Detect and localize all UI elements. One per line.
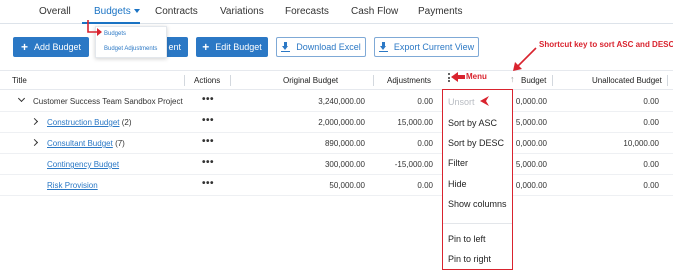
row-title-link[interactable]: Risk Provision [47,181,98,190]
menu-item-hide[interactable]: Hide [448,179,467,189]
annotation-menu-label: Menu [466,72,487,81]
row-original-budget: 300,000.00 [324,160,365,169]
table-row[interactable]: Contingency Budget ••• 300,000.00 -15,00… [0,154,673,175]
chevron-right-icon[interactable] [30,117,39,126]
tab-forecasts[interactable]: Forecasts [285,6,329,17]
menu-item-pin-left[interactable]: Pin to left [448,234,486,244]
row-original-budget: 890,000.00 [324,139,365,148]
row-adjustments: 15,000.00 [397,118,433,127]
annotation-arrow-submenu [87,20,102,36]
row-actions-icon[interactable]: ••• [202,178,214,189]
chevron-down-icon [133,9,140,14]
menu-item-unsort: Unsort [448,97,475,107]
column-header-title[interactable]: Title [12,76,27,85]
tab-overall[interactable]: Overall [39,6,71,17]
sort-arrow-icon[interactable]: ↑ [510,74,515,84]
column-header-unallocated-budget[interactable]: Unallocated Budget [592,76,662,85]
column-divider[interactable] [230,75,231,86]
download-excel-button[interactable]: Download Excel [276,37,366,57]
partially-hidden-button-label: ent [168,42,181,52]
row-title-link[interactable]: Construction Budget [47,118,120,127]
column-divider[interactable] [373,75,374,86]
chevron-down-icon[interactable] [17,94,26,103]
column-header-actions[interactable]: Actions [194,76,220,85]
tab-budgets[interactable]: Budgets [94,6,140,17]
column-menu: Unsort Sort by ASC Sort by DESC Filter H… [442,89,513,270]
row-unallocated-budget: 0.00 [643,97,659,106]
export-current-view-button[interactable]: Export Current View [374,37,479,57]
tab-cash-flow[interactable]: Cash Flow [351,6,398,17]
menu-item-filter[interactable]: Filter [448,158,468,168]
row-actions-icon[interactable]: ••• [202,115,214,126]
row-unallocated-budget: 0.00 [643,181,659,190]
row-title-group: Construction Budget (2) [47,118,132,127]
menu-item-sort-asc[interactable]: Sort by ASC [448,118,497,128]
plus-icon: + [202,40,210,54]
column-header-adjustments[interactable]: Adjustments [387,76,431,85]
row-actions-icon[interactable]: ••• [202,94,214,105]
row-adjustments: 0.00 [417,181,433,190]
chevron-right-icon[interactable] [30,138,39,147]
row-title-link[interactable]: Contingency Budget [47,160,119,169]
submenu-item-budget-adjustments[interactable]: Budget Adjustments [104,46,157,52]
column-divider[interactable] [552,75,553,86]
table-row[interactable]: Customer Success Team Sandbox Project ••… [0,91,673,112]
column-menu-icon[interactable] [448,73,450,84]
row-original-budget: 2,000,000.00 [318,118,365,127]
row-title-link[interactable]: Consultant Budget [47,139,113,148]
tab-payments[interactable]: Payments [418,6,462,17]
row-unallocated-budget: 0.00 [643,118,659,127]
column-divider[interactable] [667,75,668,86]
row-actions-icon[interactable]: ••• [202,157,214,168]
add-budget-button[interactable]: + Add Budget [13,37,89,57]
annotation-arrow-unsort [480,96,489,106]
table-header: Title Actions Original Budget Adjustment… [0,70,673,90]
menu-item-show-columns[interactable]: Show columns [448,199,507,209]
row-adjustments: 0.00 [417,97,433,106]
column-divider[interactable] [184,75,185,86]
annotation-arrow-menu [451,72,465,82]
download-icon [378,42,388,52]
table-row[interactable]: Consultant Budget (7) ••• 890,000.00 0.0… [0,133,673,154]
annotation-arrow-shortcut [513,47,537,71]
row-actions-icon[interactable]: ••• [202,136,214,147]
tab-contracts[interactable]: Contracts [155,6,198,17]
download-icon [281,42,291,52]
row-original-budget: 3,240,000.00 [318,97,365,106]
row-title: Customer Success Team Sandbox Project [33,97,183,106]
add-budget-label: Add Budget [33,42,82,52]
row-adjustments: 0.00 [417,139,433,148]
edit-budget-label: Edit Budget [215,42,262,52]
row-child-count: (2) [121,118,132,127]
column-header-original-budget[interactable]: Original Budget [283,76,338,85]
tab-budgets-label: Budgets [94,6,131,17]
table-row[interactable]: Risk Provision ••• 50,000.00 0.00 0,000.… [0,175,673,196]
plus-icon: + [20,40,28,54]
export-current-view-label: Export Current View [393,42,475,52]
edit-budget-button[interactable]: + Edit Budget [196,37,268,57]
row-child-count: (7) [115,139,125,148]
column-header-budget[interactable]: Budget [521,76,546,85]
menu-item-pin-right[interactable]: Pin to right [448,254,491,264]
menu-item-sort-desc[interactable]: Sort by DESC [448,138,504,148]
tab-variations[interactable]: Variations [220,6,264,17]
row-unallocated-budget: 0.00 [643,160,659,169]
download-excel-label: Download Excel [296,42,361,52]
annotation-shortcut-label: Shortcut key to sort ASC and DESC [539,40,673,49]
menu-divider [443,223,512,224]
row-title-group: Consultant Budget (7) [47,139,125,148]
table-row[interactable]: Construction Budget (2) ••• 2,000,000.00… [0,112,673,133]
row-adjustments: -15,000.00 [394,160,433,169]
submenu-item-budgets[interactable]: Budgets [104,31,126,37]
row-original-budget: 50,000.00 [329,181,365,190]
row-unallocated-budget: 10,000.00 [623,139,659,148]
